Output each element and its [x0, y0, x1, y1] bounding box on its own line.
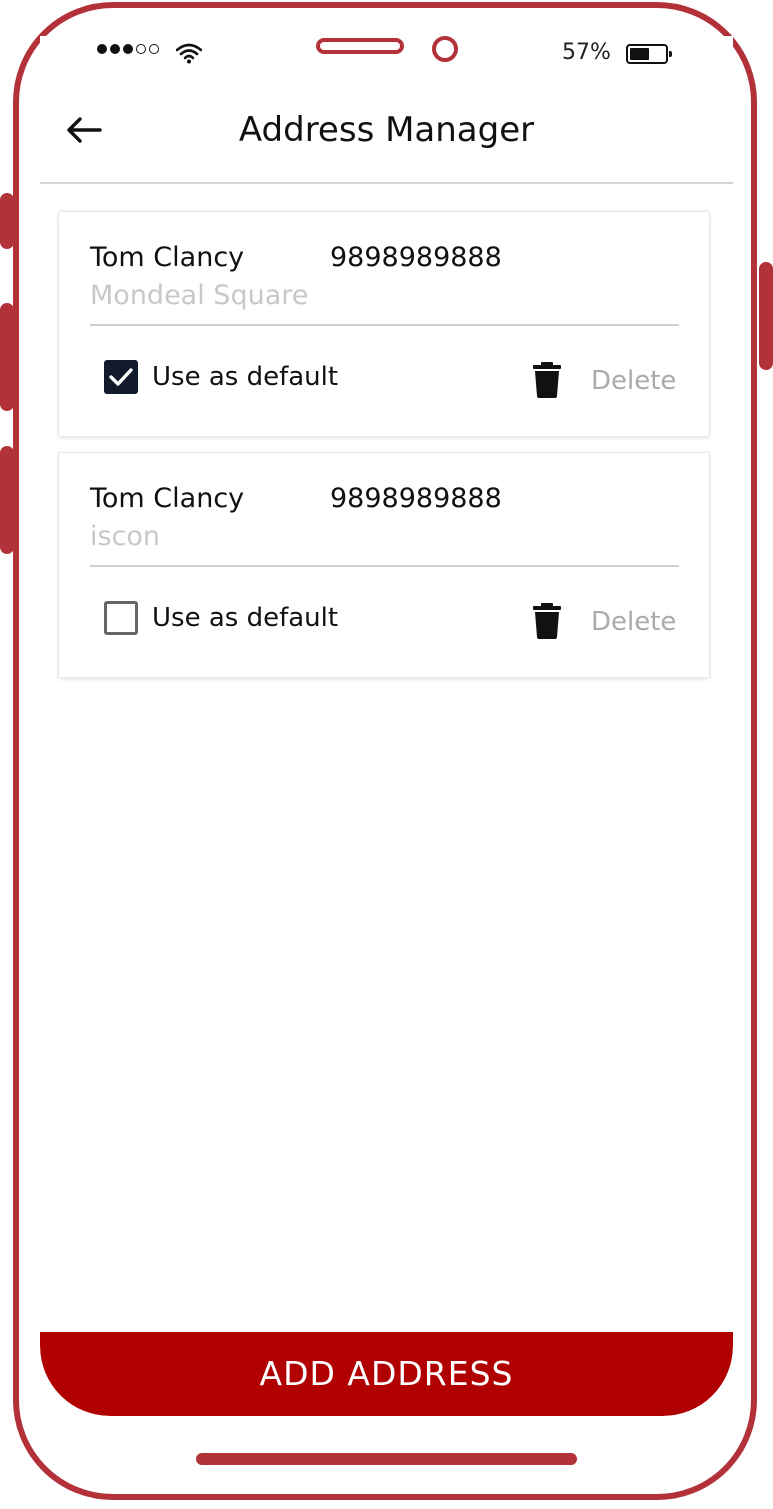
battery-icon: [626, 44, 672, 64]
signal-dot: [136, 44, 146, 54]
front-camera: [432, 36, 458, 62]
signal-dot: [110, 44, 120, 54]
trash-icon[interactable]: [533, 362, 561, 398]
contact-name: Tom Clancy: [90, 483, 245, 514]
signal-dot: [97, 44, 107, 54]
battery-tip: [669, 51, 672, 57]
contact-phone: 9898989888: [330, 483, 502, 514]
default-checkbox-label[interactable]: Use as default: [152, 603, 338, 633]
default-checkbox-label[interactable]: Use as default: [152, 362, 338, 392]
page-title: Address Manager: [238, 110, 535, 150]
delete-button[interactable]: Delete: [591, 366, 676, 396]
speaker-grille: [316, 38, 404, 54]
contact-phone: 9898989888: [330, 242, 502, 273]
address-text: iscon: [90, 521, 161, 552]
contact-name: Tom Clancy: [90, 242, 245, 273]
app-screen: 57% Address Manager Tom Clancy 989898988…: [40, 36, 733, 1416]
home-indicator[interactable]: [196, 1453, 577, 1465]
signal-strength: [97, 44, 159, 54]
address-text: Mondeal Square: [90, 280, 309, 311]
header-divider: [40, 182, 733, 184]
default-checkbox[interactable]: [104, 360, 138, 394]
address-underline: [90, 324, 679, 326]
address-card[interactable]: Tom Clancy 9898989888 Mondeal Square Use…: [58, 211, 710, 437]
wifi-icon: [176, 43, 202, 64]
signal-dot: [149, 44, 159, 54]
mute-button[interactable]: [0, 446, 14, 554]
signal-dot: [123, 44, 133, 54]
address-card[interactable]: Tom Clancy 9898989888 iscon Use as defau…: [58, 452, 710, 678]
default-checkbox[interactable]: [104, 601, 138, 635]
trash-icon[interactable]: [533, 603, 561, 639]
checkmark-icon: [109, 368, 133, 386]
battery-fill: [630, 48, 650, 60]
volume-up-button[interactable]: [0, 193, 14, 249]
delete-button[interactable]: Delete: [591, 607, 676, 637]
add-address-button[interactable]: ADD ADDRESS: [40, 1332, 733, 1416]
battery-percent: 57%: [562, 40, 611, 65]
volume-down-button[interactable]: [0, 303, 14, 411]
power-button[interactable]: [759, 262, 773, 370]
address-underline: [90, 565, 679, 567]
